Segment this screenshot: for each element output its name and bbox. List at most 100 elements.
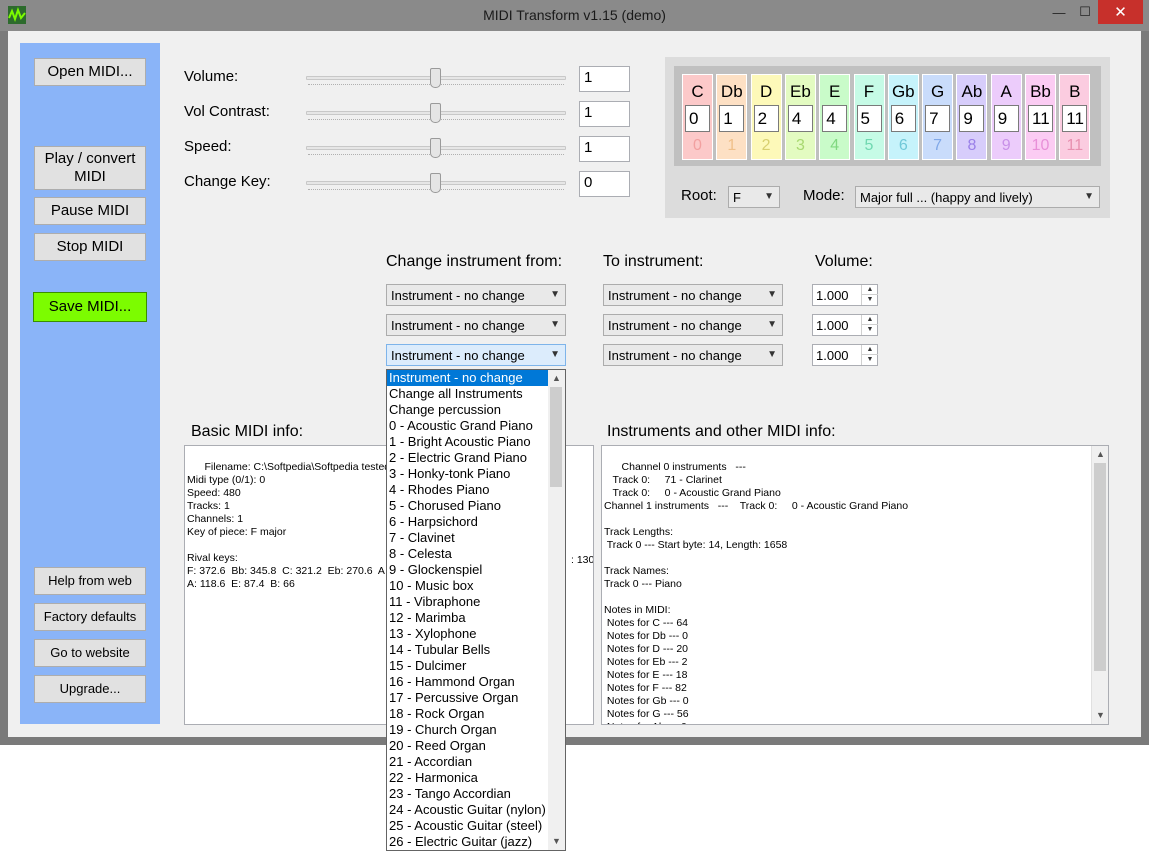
stop-midi-button[interactable]: Stop MIDI: [34, 233, 146, 261]
dropdown-item[interactable]: 20 - Reed Organ: [387, 738, 550, 754]
key-column-0: C 0 0: [682, 74, 713, 160]
instrument-volume-value: 1.000: [816, 318, 849, 333]
instrument-volume-stepper[interactable]: 1.000 ▲ ▼: [812, 314, 878, 336]
dropdown-item[interactable]: 5 - Chorused Piano: [387, 498, 550, 514]
stepper-up-icon[interactable]: ▲: [862, 345, 878, 355]
instrument-dropdown-list[interactable]: Instrument - no change Change all Instrum…: [386, 369, 566, 851]
slider-thumb[interactable]: [430, 103, 441, 123]
factory-defaults-button[interactable]: Factory defaults: [34, 603, 146, 631]
dropdown-item[interactable]: 3 - Honky-tonk Piano: [387, 466, 550, 482]
instruments-info-textbox[interactable]: Channel 0 instruments --- Track 0: 71 - …: [601, 445, 1109, 725]
instrument-from-select[interactable]: Instrument - no change ▼: [386, 314, 566, 336]
dropdown-item[interactable]: 12 - Marimba: [387, 610, 550, 626]
dropdown-item[interactable]: 23 - Tango Accordian: [387, 786, 550, 802]
key-value-field[interactable]: 7: [925, 105, 951, 132]
stepper-down-icon[interactable]: ▼: [862, 325, 878, 335]
slider-value-field[interactable]: 1: [579, 136, 630, 162]
slider-value-field[interactable]: 0: [579, 171, 630, 197]
dropdown-item[interactable]: 0 - Acoustic Grand Piano: [387, 418, 550, 434]
key-column-6: Gb 6 6: [887, 74, 919, 160]
key-value-field[interactable]: 2: [753, 105, 779, 132]
maximize-button[interactable]: ☐: [1072, 0, 1098, 24]
stepper-buttons: ▲ ▼: [861, 315, 878, 335]
root-select[interactable]: F ▼: [728, 186, 780, 208]
dropdown-item[interactable]: Change all Instruments: [387, 386, 550, 402]
key-number: 8: [967, 137, 977, 154]
to-instrument-label: To instrument:: [603, 253, 704, 270]
minimize-button[interactable]: —: [1046, 0, 1072, 24]
dropdown-item[interactable]: Change percussion: [387, 402, 550, 418]
slider-value-field[interactable]: 1: [579, 101, 630, 127]
mode-select-value: Major full ... (happy and lively): [860, 190, 1033, 205]
stepper-up-icon[interactable]: ▲: [862, 315, 878, 325]
save-midi-button[interactable]: Save MIDI...: [33, 292, 147, 322]
key-value-field[interactable]: 9: [993, 105, 1019, 132]
slider-thumb[interactable]: [430, 173, 441, 193]
dropdown-item[interactable]: 8 - Celesta: [387, 546, 550, 562]
pause-midi-button[interactable]: Pause MIDI: [34, 197, 146, 225]
key-value-field[interactable]: 9: [959, 105, 985, 132]
key-value-field[interactable]: 11: [1028, 105, 1053, 132]
key-value-field[interactable]: 4: [822, 105, 848, 132]
instrument-volume-stepper[interactable]: 1.000 ▲ ▼: [812, 344, 878, 366]
instrument-volume-stepper[interactable]: 1.000 ▲ ▼: [812, 284, 878, 306]
dropdown-scrollbar[interactable]: ▲ ▼: [548, 370, 565, 850]
dropdown-item[interactable]: 25 - Acoustic Guitar (steel): [387, 818, 550, 834]
go-to-website-button[interactable]: Go to website: [34, 639, 146, 667]
stepper-up-icon[interactable]: ▲: [862, 285, 878, 295]
key-value-field[interactable]: 1: [719, 105, 745, 132]
dropdown-item[interactable]: 21 - Accordian: [387, 754, 550, 770]
instrument-to-select[interactable]: Instrument - no change ▼: [603, 314, 783, 336]
dropdown-item[interactable]: 22 - Harmonica: [387, 770, 550, 786]
dropdown-item[interactable]: 16 - Hammond Organ: [387, 674, 550, 690]
slider-thumb[interactable]: [430, 138, 441, 158]
mode-select[interactable]: Major full ... (happy and lively) ▼: [855, 186, 1100, 208]
dropdown-item[interactable]: 11 - Vibraphone: [387, 594, 550, 610]
dropdown-item[interactable]: 24 - Acoustic Guitar (nylon): [387, 802, 550, 818]
upgrade-button[interactable]: Upgrade...: [34, 675, 146, 703]
dropdown-item[interactable]: 10 - Music box: [387, 578, 550, 594]
scrollbar-thumb[interactable]: [1094, 463, 1106, 671]
dropdown-item[interactable]: 17 - Percussive Organ: [387, 690, 550, 706]
open-midi-button[interactable]: Open MIDI...: [34, 58, 146, 86]
key-value-field[interactable]: 0: [685, 105, 710, 132]
dropdown-item[interactable]: 2 - Electric Grand Piano: [387, 450, 550, 466]
help-from-web-button[interactable]: Help from web: [34, 567, 146, 595]
scroll-up-icon[interactable]: ▲: [548, 370, 565, 387]
dropdown-item[interactable]: 1 - Bright Acoustic Piano: [387, 434, 550, 450]
dropdown-item[interactable]: 15 - Dulcimer: [387, 658, 550, 674]
dropdown-item[interactable]: 9 - Glockenspiel: [387, 562, 550, 578]
dropdown-scrollbar-thumb[interactable]: [550, 387, 562, 487]
instruments-info-scrollbar[interactable]: ▲ ▼: [1091, 446, 1108, 724]
dropdown-item[interactable]: 26 - Electric Guitar (jazz): [387, 834, 550, 850]
dropdown-item[interactable]: 6 - Harpsichord: [387, 514, 550, 530]
instrument-from-select[interactable]: Instrument - no change ▼: [386, 284, 566, 306]
title-bar[interactable]: MIDI Transform v1.15 (demo) — ☐ ✕: [0, 0, 1149, 31]
dropdown-item[interactable]: 7 - Clavinet: [387, 530, 550, 546]
stepper-down-icon[interactable]: ▼: [862, 355, 878, 365]
key-value-field[interactable]: 4: [787, 105, 813, 132]
dropdown-item[interactable]: 18 - Rock Organ: [387, 706, 550, 722]
key-column-10: Bb 11 10: [1025, 74, 1056, 160]
key-value-field[interactable]: 11: [1062, 105, 1088, 132]
key-value-field[interactable]: 5: [856, 105, 882, 132]
dropdown-item[interactable]: 14 - Tubular Bells: [387, 642, 550, 658]
dropdown-item[interactable]: 19 - Church Organ: [387, 722, 550, 738]
instrument-to-select[interactable]: Instrument - no change ▼: [603, 344, 783, 366]
scroll-up-icon[interactable]: ▲: [1092, 446, 1108, 463]
key-value-field[interactable]: 6: [890, 105, 916, 132]
key-name: Eb: [789, 82, 811, 101]
instrument-from-select[interactable]: Instrument - no change ▼: [386, 344, 566, 366]
dropdown-item[interactable]: 13 - Xylophone: [387, 626, 550, 642]
close-button[interactable]: ✕: [1098, 0, 1143, 24]
scroll-down-icon[interactable]: ▼: [1092, 707, 1108, 724]
stepper-down-icon[interactable]: ▼: [862, 295, 878, 305]
key-number: 9: [1001, 137, 1011, 154]
instrument-to-select[interactable]: Instrument - no change ▼: [603, 284, 783, 306]
dropdown-item[interactable]: Instrument - no change: [387, 370, 550, 386]
slider-value-field[interactable]: 1: [579, 66, 630, 92]
dropdown-item[interactable]: 4 - Rhodes Piano: [387, 482, 550, 498]
slider-thumb[interactable]: [430, 68, 441, 88]
play-convert-button[interactable]: Play / convert MIDI: [34, 146, 146, 190]
scroll-down-icon[interactable]: ▼: [548, 833, 565, 850]
